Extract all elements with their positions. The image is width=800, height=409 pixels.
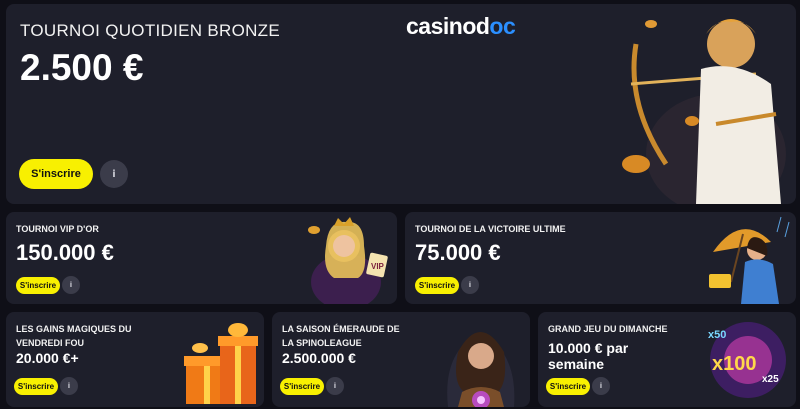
vip-queen-illustration: VIP	[308, 217, 388, 304]
tournament-card[interactable]: LA SAISON ÉMERAUDE DE LA SPINOLEAGUE 2.5…	[272, 312, 530, 407]
tournament-card[interactable]: GRAND JEU DU DIMANCHE 10.000 € par semai…	[538, 312, 796, 407]
svg-text:x100: x100	[712, 353, 757, 375]
info-button[interactable]: i	[326, 377, 344, 395]
info-button[interactable]: i	[461, 276, 479, 294]
info-icon: i	[67, 382, 71, 390]
card-amount: 75.000 €	[415, 240, 501, 265]
casinodoc-logo: casinodoc	[406, 13, 516, 39]
umbrella-lady-illustration	[709, 216, 790, 304]
svg-text:x25: x25	[762, 374, 779, 385]
card-amount: 150.000 €	[16, 240, 114, 265]
card-amount: 20.000 €+	[16, 350, 79, 366]
hero-title: TOURNOI QUOTIDIEN BRONZE	[20, 21, 281, 40]
register-button[interactable]: S'inscrire	[415, 277, 459, 294]
svg-text:x50: x50	[708, 329, 726, 341]
card-amount: 2.500.000 €	[282, 350, 356, 366]
card-title: TOURNOI DE LA VICTOIRE ULTIME	[415, 224, 566, 234]
emerald-witch-illustration	[447, 332, 515, 407]
tournament-card[interactable]: TOURNOI VIP D'OR 150.000 € S'inscrire i …	[6, 212, 397, 304]
info-icon: i	[599, 382, 603, 390]
gift-boxes-illustration	[184, 323, 258, 404]
info-icon: i	[112, 168, 116, 180]
hero-info-button[interactable]: i	[100, 160, 128, 188]
multiplier-burst-illustration: x50 x100 x25	[708, 322, 786, 398]
svg-text:VIP: VIP	[371, 262, 385, 271]
hero-tournament-card[interactable]: TOURNOI QUOTIDIEN BRONZE 2.500 € S'inscr…	[6, 4, 796, 204]
info-icon: i	[333, 382, 337, 390]
card-amount: 10.000 € par semaine	[548, 340, 629, 372]
register-button[interactable]: S'inscrire	[16, 277, 60, 294]
register-button[interactable]: S'inscrire	[546, 378, 590, 395]
info-icon: i	[69, 281, 73, 289]
info-button[interactable]: i	[592, 377, 610, 395]
register-button[interactable]: S'inscrire	[14, 378, 58, 395]
info-icon: i	[468, 281, 472, 289]
card-title: TOURNOI VIP D'OR	[16, 224, 99, 234]
tournament-card[interactable]: TOURNOI DE LA VICTOIRE ULTIME 75.000 € S…	[405, 212, 796, 304]
info-button[interactable]: i	[62, 276, 80, 294]
archer-hero-illustration	[622, 19, 786, 204]
card-title: LES GAINS MAGIQUES DU VENDREDI FOU	[16, 324, 132, 348]
hero-register-button[interactable]: S'inscrire	[19, 159, 93, 189]
info-button[interactable]: i	[60, 377, 78, 395]
card-title: LA SAISON ÉMERAUDE DE LA SPINOLEAGUE	[282, 324, 400, 348]
hero-amount: 2.500 €	[20, 47, 144, 88]
card-title: GRAND JEU DU DIMANCHE	[548, 324, 668, 334]
tournament-card[interactable]: LES GAINS MAGIQUES DU VENDREDI FOU 20.00…	[6, 312, 264, 407]
register-button[interactable]: S'inscrire	[280, 378, 324, 395]
